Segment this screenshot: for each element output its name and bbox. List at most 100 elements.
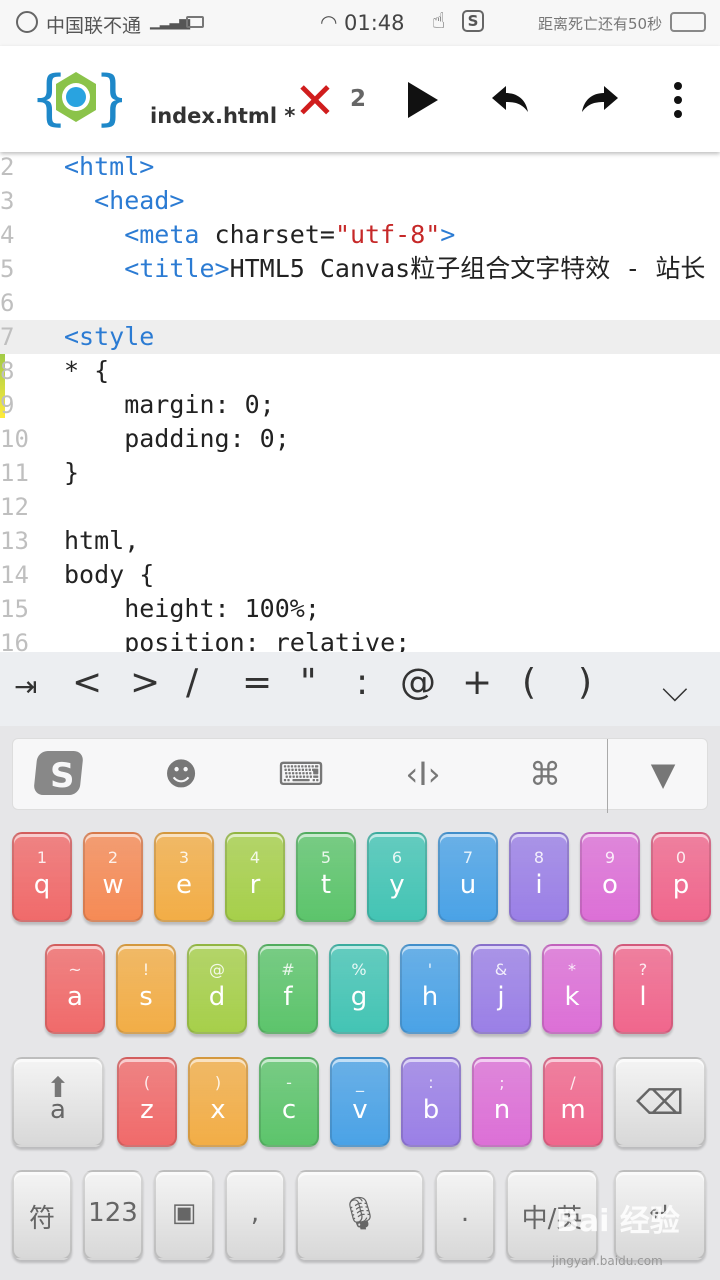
backspace-key[interactable]: ⌫ [614, 1057, 706, 1147]
key-g[interactable]: % g [329, 944, 389, 1034]
sogou-logo-icon[interactable]: S [31, 749, 91, 799]
collapse-symbols-icon[interactable]: ⌵ [662, 670, 688, 710]
key-t[interactable]: 5t [296, 832, 356, 922]
symbol-key[interactable]: < [72, 662, 102, 703]
key-u[interactable]: 7u [438, 832, 498, 922]
key-symbol: 7 [462, 848, 474, 867]
wifi-icon: ◠ [320, 10, 338, 34]
undo-button[interactable] [488, 78, 532, 122]
key-j[interactable]: & j [471, 944, 531, 1034]
symbol-key[interactable]: : [356, 662, 368, 703]
error-count[interactable]: 2 [350, 86, 366, 112]
numbers-key[interactable]: 123 [83, 1170, 143, 1260]
key-symbol: 1 [36, 848, 48, 867]
shift-key[interactable]: a ⬆ [12, 1057, 104, 1147]
space-key[interactable]: 🎙 [296, 1170, 424, 1260]
key-v[interactable]: _ v [330, 1057, 390, 1147]
key-symbol: 9 [604, 848, 616, 867]
key-x[interactable]: ) x [188, 1057, 248, 1147]
key-label: 123 [88, 1198, 138, 1228]
emoji-icon[interactable]: ☻ [151, 749, 211, 799]
symbol-key[interactable]: = [242, 662, 272, 703]
carrier-name: 中国联不通 [46, 15, 142, 37]
code-line[interactable]: 16 position: relative; [0, 626, 720, 652]
key-q[interactable]: 1q [12, 832, 72, 922]
cursor-move-icon[interactable]: ‹I› [393, 749, 453, 799]
line-code: * { [64, 354, 109, 388]
key-label: d [208, 982, 226, 1012]
key-label: u [459, 870, 477, 900]
line-number: 10 [0, 425, 29, 453]
key-symbol: 3 [178, 848, 190, 867]
hide-keyboard-icon[interactable]: ▼ [633, 749, 693, 799]
command-icon[interactable]: ⌘ [515, 749, 575, 799]
key-symbol: & [494, 960, 508, 979]
symbol-key[interactable]: > [130, 662, 160, 703]
code-line[interactable]: 5 <title>HTML5 Canvas粒子组合文字特效 - 站长 [0, 252, 720, 286]
watermark-url: jingyan.baidu.com [552, 1254, 663, 1268]
symbols-key[interactable]: 符 [12, 1170, 72, 1260]
key-o[interactable]: 9o [580, 832, 640, 922]
symbol-key[interactable]: @ [400, 662, 436, 703]
key-e[interactable]: 3e [154, 832, 214, 922]
code-line[interactable]: 7 <style [0, 320, 720, 354]
error-icon[interactable]: ✕ [294, 76, 336, 126]
code-line[interactable]: 4 <meta charset="utf-8"> [0, 218, 720, 252]
redo-button[interactable] [578, 78, 622, 122]
svg-text:}: } [94, 63, 122, 133]
key-h[interactable]: ' h [400, 944, 460, 1034]
run-button[interactable] [400, 78, 444, 122]
key-d[interactable]: @ d [187, 944, 247, 1034]
key-symbol: ) [214, 1073, 222, 1092]
key-c[interactable]: -c [259, 1057, 319, 1147]
symbol-key[interactable]: ) [578, 662, 592, 703]
key-label: y [389, 870, 405, 900]
backspace-icon: ⌫ [635, 1083, 685, 1123]
more-menu-button[interactable] [660, 78, 696, 122]
key-k[interactable]: * k [542, 944, 602, 1034]
period-key[interactable]: . [435, 1170, 495, 1260]
key-s[interactable]: ! s [116, 944, 176, 1034]
key-l[interactable]: ? l [613, 944, 673, 1034]
key-symbol: % [351, 960, 367, 979]
code-line[interactable]: 12 [0, 490, 720, 524]
key-label: a [67, 982, 83, 1012]
key-w[interactable]: 2w [83, 832, 143, 922]
key-b[interactable]: :b [401, 1057, 461, 1147]
code-line[interactable]: 14 body { [0, 558, 720, 592]
code-line[interactable]: 11} [0, 456, 720, 490]
line-code: height: 100%; [64, 592, 320, 626]
code-editor[interactable]: 2 <html> 3 <head> 4 <meta charset="utf-8"> 5… [0, 152, 720, 652]
code-line[interactable]: 13 html, [0, 524, 720, 558]
comma-key[interactable]: , [225, 1170, 285, 1260]
key-m[interactable]: / m [543, 1057, 603, 1147]
key-f[interactable]: # f [258, 944, 318, 1034]
code-line[interactable]: 3 <head> [0, 184, 720, 218]
code-line[interactable]: 15 height: 100%; [0, 592, 720, 626]
symbol-key[interactable]: " [300, 662, 317, 703]
symbol-key[interactable]: / [186, 662, 198, 703]
key-a[interactable]: ~ a [45, 944, 105, 1034]
symbol-key[interactable]: ( [522, 662, 536, 703]
code-token: padding: 0; [64, 424, 290, 453]
code-line[interactable]: 6 [0, 286, 720, 320]
code-line[interactable]: 2 <html> [0, 152, 720, 184]
input-switch-key[interactable]: ▣ [154, 1170, 214, 1260]
file-title[interactable]: index.html * [150, 104, 295, 128]
line-code: <head> [64, 184, 184, 218]
key-p[interactable]: 0p [651, 832, 711, 922]
keyboard-layout-icon[interactable]: ⌨ [271, 749, 331, 799]
key-i[interactable]: 8i [509, 832, 569, 922]
code-line[interactable]: 10 padding: 0; [0, 422, 720, 456]
key-y[interactable]: 6y [367, 832, 427, 922]
symbol-key[interactable]: + [462, 662, 492, 703]
key-n[interactable]: ; n [472, 1057, 532, 1147]
input-switch-icon: ▣ [171, 1198, 197, 1228]
code-line[interactable]: 9 margin: 0; [0, 388, 720, 422]
code-token: <title> [64, 254, 230, 283]
code-line[interactable]: 8 * { [0, 354, 720, 388]
line-code: <title>HTML5 Canvas粒子组合文字特效 - 站长 [64, 252, 705, 286]
key-r[interactable]: 4r [225, 832, 285, 922]
tab-key[interactable]: ⇥ [14, 670, 37, 703]
key-z[interactable]: (z [117, 1057, 177, 1147]
